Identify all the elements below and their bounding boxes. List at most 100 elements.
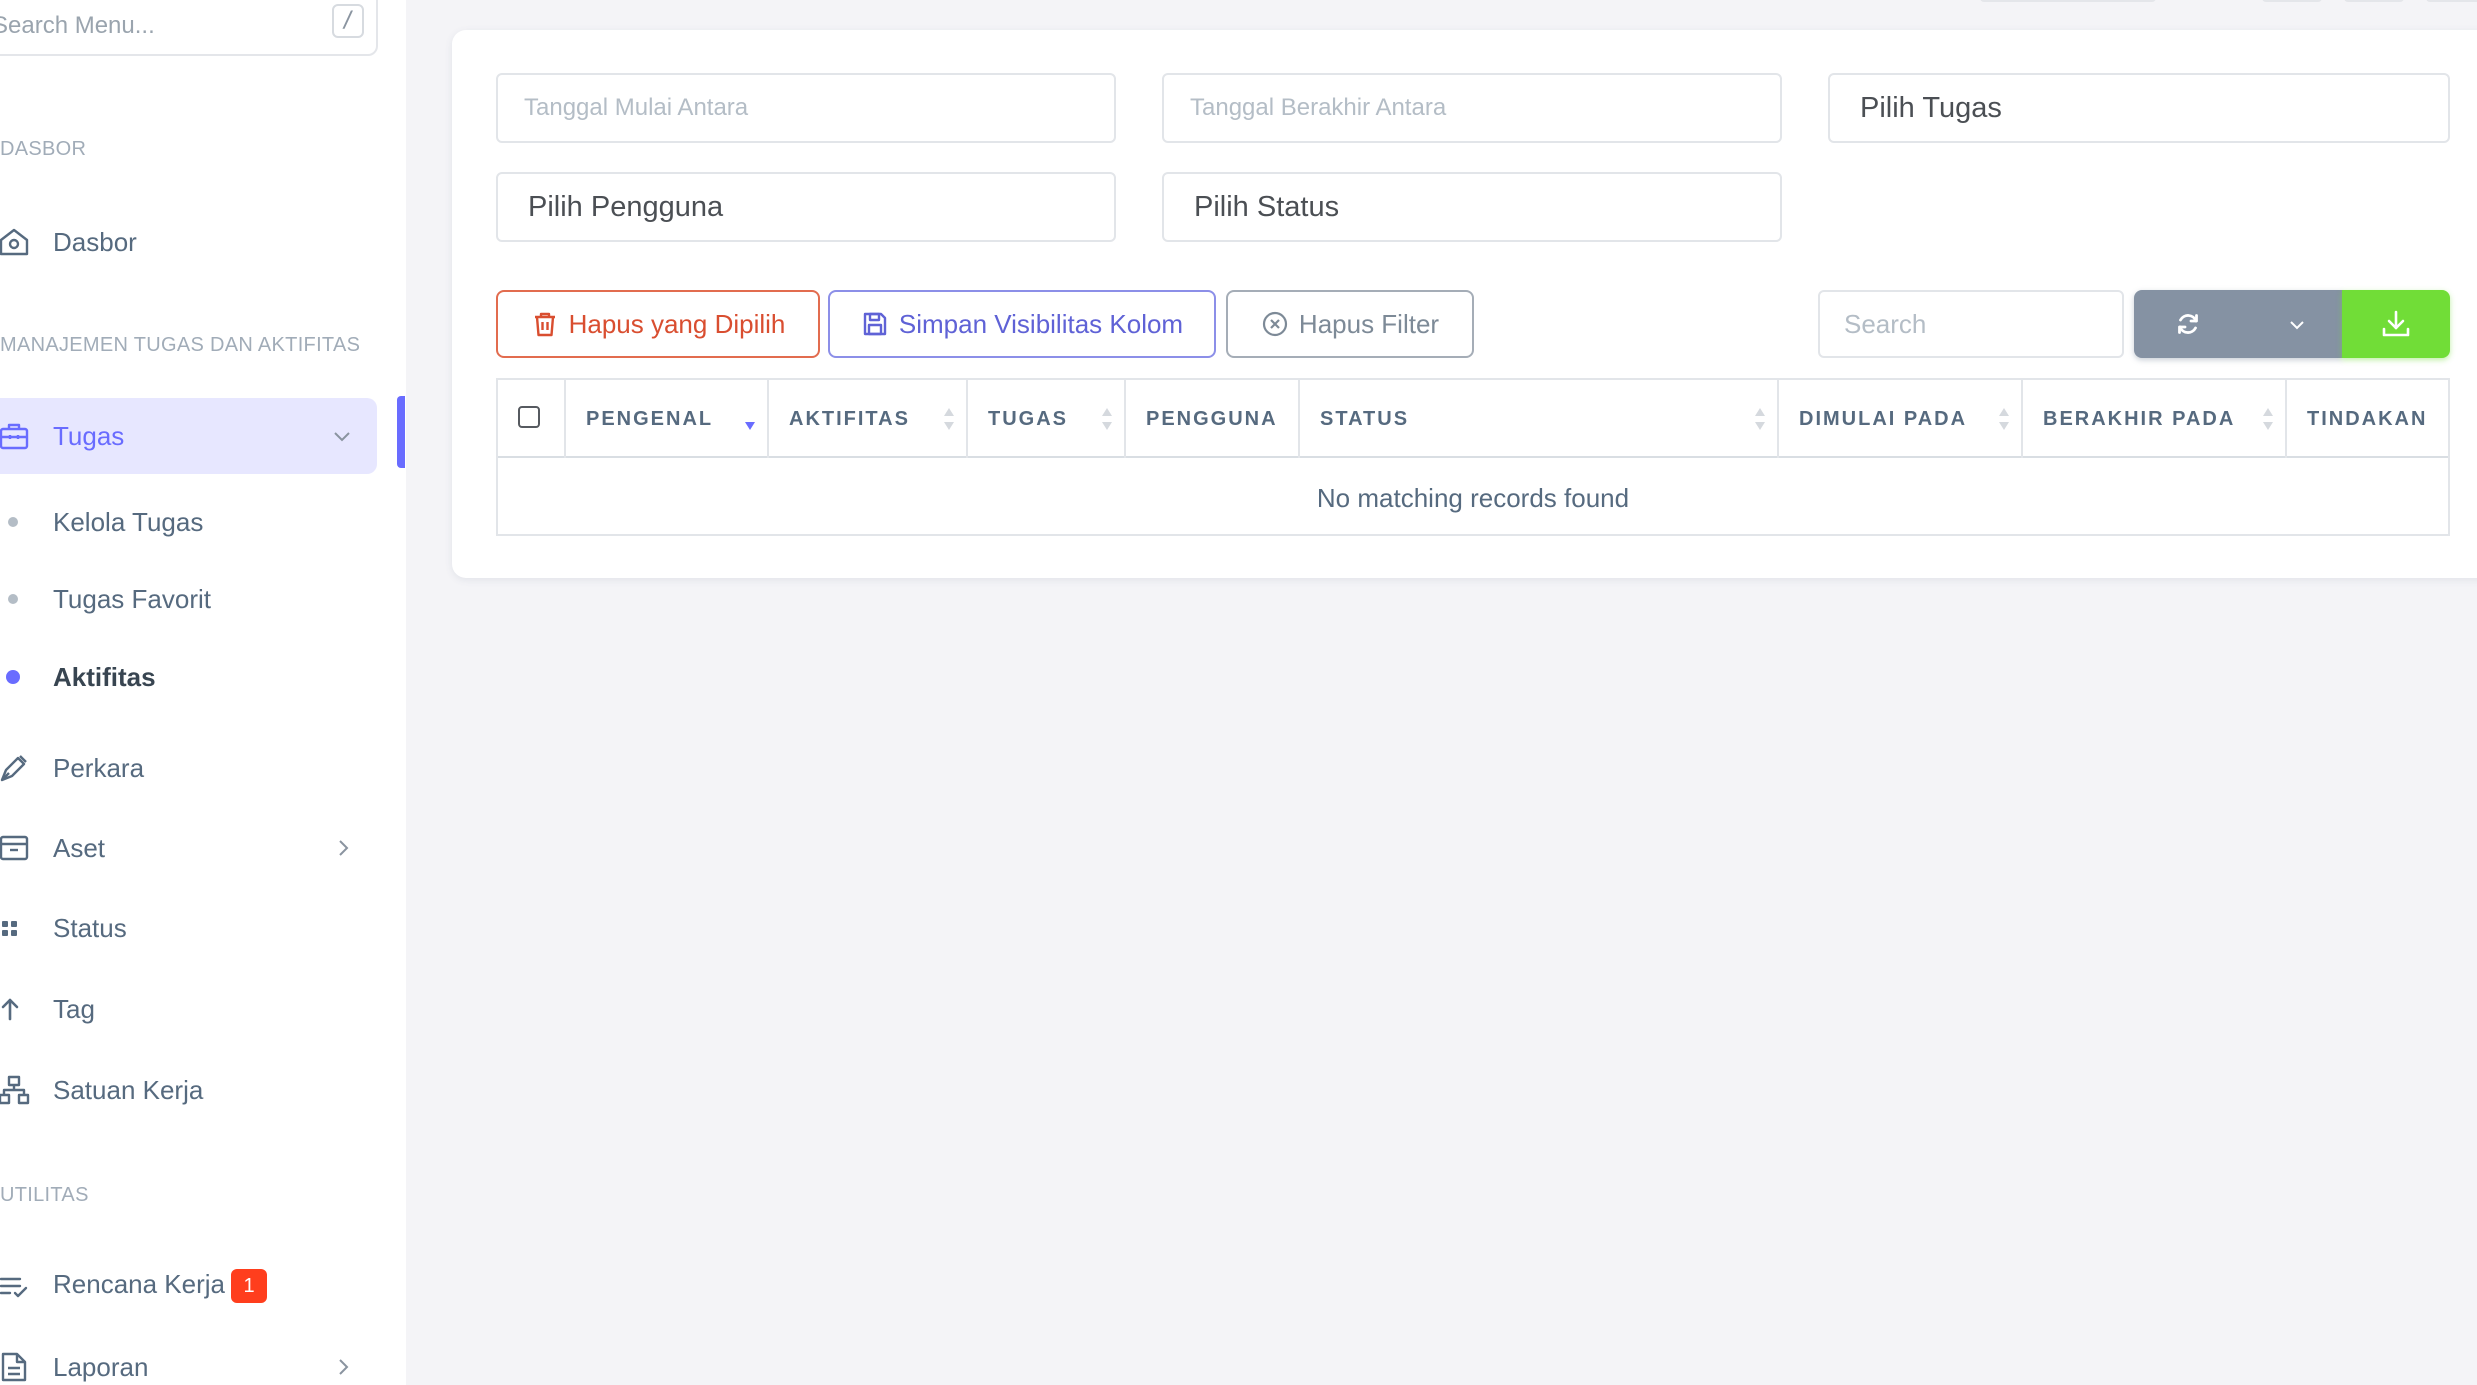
- archive-icon: [0, 832, 30, 864]
- end-date-placeholder: Tanggal Berakhir Antara: [1190, 94, 1447, 121]
- clear-filter-button[interactable]: Hapus Filter: [1226, 290, 1474, 358]
- sort-desc-icon: [743, 404, 757, 434]
- save-column-visibility-button[interactable]: Simpan Visibilitas Kolom: [828, 290, 1216, 358]
- task-select[interactable]: Pilih Tugas: [1828, 73, 2450, 143]
- column-header-id[interactable]: PENGENAL: [566, 380, 769, 458]
- sidebar-subitem-favorite-tasks[interactable]: Tugas Favorit: [0, 569, 378, 629]
- column-header-label: STATUS: [1320, 407, 1410, 430]
- sitemap-icon: [0, 1074, 30, 1106]
- column-header-label: BERAKHIR PADA: [2043, 407, 2236, 430]
- column-header-user[interactable]: PENGGUNA: [1126, 380, 1300, 458]
- bullet-icon: [8, 594, 18, 604]
- sort-icon: [1753, 404, 1767, 434]
- app-root: / DASBOR Dasbor MANAJEMEN TUGAS DAN AKTI…: [0, 0, 2477, 1385]
- activities-card: Tanggal Mulai Antara Tanggal Berakhir An…: [452, 30, 2477, 578]
- floppy-disk-icon: [863, 312, 887, 336]
- select-all-checkbox[interactable]: [518, 406, 540, 428]
- sort-icon: [1100, 404, 1114, 434]
- column-header-activity[interactable]: AKTIFITAS: [769, 380, 968, 458]
- briefcase-icon: [0, 420, 30, 452]
- sidebar-subitem-label: Tugas Favorit: [53, 583, 211, 614]
- column-header-status[interactable]: STATUS: [1300, 380, 1779, 458]
- delete-selected-label: Hapus yang Dipilih: [568, 308, 786, 339]
- menu-search-input[interactable]: [0, 6, 292, 46]
- sidebar-item-label: Aset: [53, 832, 106, 863]
- bullet-icon: [8, 517, 18, 527]
- sidebar-item-label: Status: [53, 912, 127, 943]
- column-header-task[interactable]: TUGAS: [968, 380, 1126, 458]
- bullet-icon: [6, 670, 20, 684]
- sidebar-subitem-activities[interactable]: Aktifitas: [0, 647, 378, 707]
- sidebar-item-reports[interactable]: Laporan: [0, 1329, 378, 1385]
- arrow-up-icon: [0, 993, 30, 1025]
- sort-icon: [2261, 404, 2275, 434]
- chevron-right-icon: [332, 837, 354, 859]
- close-circle-icon: [1262, 311, 1288, 337]
- download-icon: [2382, 310, 2410, 337]
- table-search-input[interactable]: [1818, 290, 2124, 358]
- trash-icon: [534, 312, 555, 337]
- user-select-value: Pilih Pengguna: [528, 190, 724, 223]
- section-header-tasks: MANAJEMEN TUGAS DAN AKTIFITAS: [0, 334, 361, 356]
- select-all-cell: [498, 380, 566, 458]
- section-header-dashboard: DASBOR: [0, 138, 87, 160]
- column-header-actions: TINDAKAN: [2287, 380, 2452, 458]
- column-header-ended-at[interactable]: BERAKHIR PADA: [2023, 380, 2287, 458]
- menu-search: /: [0, 0, 378, 56]
- sidebar-item-cases[interactable]: Perkara: [0, 730, 378, 806]
- column-header-label: TINDAKAN: [2307, 407, 2428, 430]
- user-select[interactable]: Pilih Pengguna: [496, 172, 1116, 242]
- status-select[interactable]: Pilih Status: [1162, 172, 1782, 242]
- sidebar-item-work-plan[interactable]: Rencana Kerja 1: [0, 1248, 378, 1324]
- column-header-label: PENGENAL: [586, 407, 714, 430]
- sidebar-item-label: Dasbor: [53, 226, 137, 257]
- section-header-utilities: UTILITAS: [0, 1184, 89, 1206]
- column-header-label: TUGAS: [988, 407, 1068, 430]
- work-plan-label: Rencana Kerja: [53, 1268, 225, 1299]
- save-column-visibility-label: Simpan Visibilitas Kolom: [898, 308, 1184, 339]
- column-header-started-at[interactable]: DIMULAI PADA: [1779, 380, 2023, 458]
- chevron-right-icon: [332, 1356, 354, 1378]
- table-empty-row: No matching records found: [498, 460, 2448, 536]
- sidebar-item-label: Tag: [53, 993, 95, 1024]
- sidebar-item-status[interactable]: Status: [0, 890, 378, 966]
- sidebar-item-tag[interactable]: Tag: [0, 971, 378, 1047]
- navbar-edge: [2344, 0, 2404, 2]
- navbar-edge: [2262, 0, 2322, 2]
- table-header: PENGENAL AKTIFITAS TUGAS PENGGUNA STATUS…: [498, 380, 2448, 458]
- column-header-label: PENGGUNA: [1146, 407, 1278, 430]
- notification-badge: 1: [231, 1269, 267, 1304]
- navbar-edge: [1980, 0, 2156, 2]
- sidebar-item-dashboard[interactable]: Dasbor: [0, 204, 378, 280]
- sidebar-item-label: Tugas: [53, 420, 125, 451]
- end-date-filter[interactable]: Tanggal Berakhir Antara: [1162, 73, 1782, 143]
- column-header-label: DIMULAI PADA: [1799, 407, 1968, 430]
- column-header-label: AKTIFITAS: [789, 407, 910, 430]
- export-download-button[interactable]: [2342, 290, 2450, 358]
- navbar-edge: [2426, 0, 2477, 2]
- chevron-down-icon: [331, 425, 353, 447]
- task-select-value: Pilih Tugas: [1860, 91, 2002, 124]
- status-select-value: Pilih Status: [1194, 190, 1340, 223]
- sidebar-item-label: Satuan Kerja: [53, 1074, 204, 1105]
- refresh-button[interactable]: [2134, 290, 2342, 358]
- list-check-icon: [0, 1270, 30, 1302]
- activities-table: PENGENAL AKTIFITAS TUGAS PENGGUNA STATUS…: [496, 378, 2450, 536]
- sidebar-item-assets[interactable]: Aset: [0, 810, 378, 886]
- grid-icon: [0, 912, 30, 944]
- sidebar: / DASBOR Dasbor MANAJEMEN TUGAS DAN AKTI…: [0, 0, 406, 1385]
- sidebar-item-tasks[interactable]: Tugas: [0, 398, 377, 474]
- delete-selected-button[interactable]: Hapus yang Dipilih: [496, 290, 820, 358]
- chevron-down-icon[interactable]: [2286, 314, 2308, 336]
- start-date-filter[interactable]: Tanggal Mulai Antara: [496, 73, 1116, 143]
- search-shortcut-key: /: [332, 4, 364, 38]
- sidebar-item-work-unit[interactable]: Satuan Kerja: [0, 1052, 378, 1128]
- active-indicator: [397, 396, 405, 468]
- sidebar-subitem-label: Aktifitas: [53, 661, 156, 692]
- sort-icon: [942, 404, 956, 434]
- sidebar-subitem-manage-tasks[interactable]: Kelola Tugas: [0, 492, 378, 552]
- sidebar-item-label: Rencana Kerja 1: [53, 1268, 267, 1304]
- sidebar-subitem-label: Kelola Tugas: [53, 506, 204, 537]
- refresh-icon: [2174, 310, 2202, 338]
- pen-icon: [0, 752, 30, 784]
